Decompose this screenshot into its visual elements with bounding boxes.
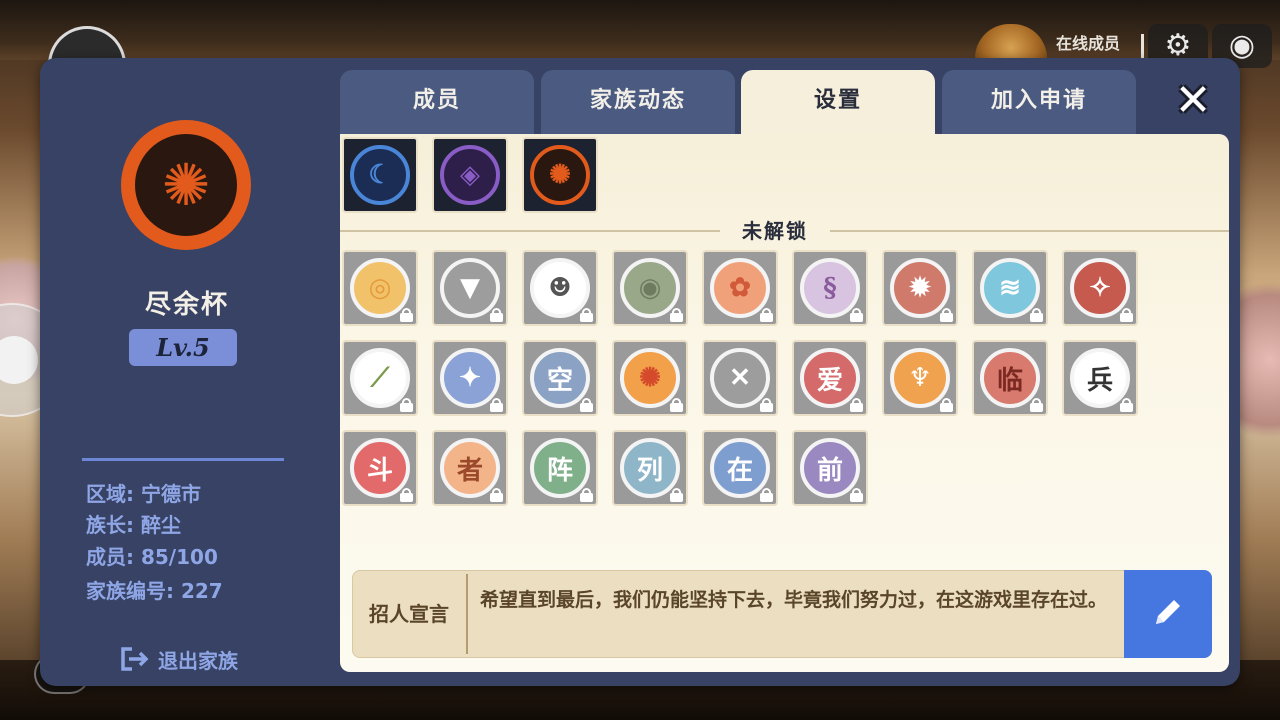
flame-emblem-icon: ✺: [530, 145, 590, 205]
lock-icon: [490, 488, 503, 502]
edit-slogan-button[interactable]: [1124, 570, 1212, 658]
emblem-tile-kanji-zhen-emblem[interactable]: 阵: [522, 430, 598, 506]
lock-icon: [760, 398, 773, 412]
tab-family-news[interactable]: 家族动态: [541, 70, 735, 136]
section-divider-right: [830, 230, 1229, 232]
emblem-tile-spiral-emblem[interactable]: ◉: [612, 250, 688, 326]
info-members-value: 85/100: [140, 545, 218, 569]
tomoe-emblem-icon: ◈: [440, 145, 500, 205]
online-members-label: 在线成员: [1056, 34, 1121, 53]
emblem-tile-flame-emblem[interactable]: ✺: [522, 137, 598, 213]
emblem-tile-kunai-emblem[interactable]: ✦: [432, 340, 508, 416]
emblem-tile-kanji-zhe-emblem[interactable]: 者: [432, 430, 508, 506]
lock-icon: [670, 488, 683, 502]
lock-icon: [940, 308, 953, 322]
info-leader-label: 族长:: [86, 513, 134, 537]
emblem-tile-shield-emblem[interactable]: ▼: [432, 250, 508, 326]
emblem-tile-kanji-kong-emblem[interactable]: 空: [522, 340, 598, 416]
lock-icon: [400, 488, 413, 502]
emblem-tile-triple-tomoe-emblem[interactable]: ✧: [1062, 250, 1138, 326]
exit-icon: [120, 646, 150, 672]
lock-icon: [670, 308, 683, 322]
tab-settings[interactable]: 设置: [741, 70, 935, 136]
lock-icon: [850, 308, 863, 322]
moon-emblem-icon: ☾: [350, 145, 410, 205]
lock-icon: [580, 308, 593, 322]
emblem-tile-kanji-lie-emblem[interactable]: 列: [612, 430, 688, 506]
lock-icon: [760, 488, 773, 502]
pencil-icon: [1148, 592, 1188, 636]
emblem-tile-kanji-bing-emblem[interactable]: 兵: [1062, 340, 1138, 416]
leave-family-label: 退出家族: [158, 648, 238, 673]
info-family-id: 家族编号: 227: [86, 575, 223, 604]
flame-icon: ✺: [161, 151, 211, 219]
tab-join-requests[interactable]: 加入申请: [942, 70, 1136, 136]
info-region-value: 宁德市: [140, 482, 201, 506]
lock-icon: [850, 398, 863, 412]
emblem-tile-kanji-dou-emblem[interactable]: 斗: [342, 430, 418, 506]
info-leader-value: 醉尘: [140, 513, 181, 537]
family-name: 尽余杯: [144, 290, 229, 320]
recruit-slogan-box: [352, 570, 1212, 658]
emblem-tile-pig-emblem[interactable]: ✿: [702, 250, 778, 326]
lock-icon: [580, 488, 593, 502]
info-members-label: 成员:: [86, 545, 134, 569]
close-icon[interactable]: ✕: [1170, 78, 1216, 124]
info-family-id-value: 227: [180, 579, 223, 603]
info-leader: 族长: 醉尘: [86, 509, 181, 538]
info-region: 区域: 宁德市: [86, 478, 201, 507]
emblem-tile-kanji-qian-emblem[interactable]: 前: [792, 430, 868, 506]
emblem-tile-swirl-purple-emblem[interactable]: §: [792, 250, 868, 326]
recruit-slogan-text: 希望直到最后，我们仍能坚持下去，毕竟我们努力过，在这游戏里存在过。: [480, 589, 1108, 611]
family-level-badge: Lv.5: [129, 329, 237, 366]
slogan-divider: [466, 574, 468, 654]
recruit-slogan-label: 招人宣言: [369, 602, 449, 626]
lock-icon: [1120, 398, 1133, 412]
emblem-tile-fire-orb-emblem[interactable]: ✺: [612, 340, 688, 416]
lock-icon: [400, 308, 413, 322]
sidebar-divider: [82, 458, 284, 461]
lock-icon: [1120, 308, 1133, 322]
section-divider-left: [340, 230, 720, 232]
info-region-label: 区域:: [86, 482, 134, 506]
lock-icon: [670, 398, 683, 412]
locked-section-header: 未解锁: [340, 216, 1229, 246]
lock-icon: [850, 488, 863, 502]
emblem-tile-phoenix-emblem[interactable]: ♆: [882, 340, 958, 416]
lock-icon: [760, 308, 773, 322]
emblem-tile-kanji-zai-emblem[interactable]: 在: [702, 430, 778, 506]
emblem-tile-sun-swirl-emblem[interactable]: ◎: [342, 250, 418, 326]
tab-members[interactable]: 成员: [340, 70, 534, 136]
lock-icon: [490, 398, 503, 412]
emblem-tile-fox-mask-emblem[interactable]: ✹: [882, 250, 958, 326]
lock-icon: [490, 308, 503, 322]
info-members: 成员: 85/100: [86, 541, 218, 570]
emblem-tile-swords-emblem[interactable]: ✕: [702, 340, 778, 416]
emblem-tile-wave-emblem[interactable]: ≋: [972, 250, 1048, 326]
lock-icon: [940, 398, 953, 412]
emblem-tile-moon-emblem[interactable]: ☾: [342, 137, 418, 213]
emblem-tile-ghost-emblem[interactable]: ☻: [522, 250, 598, 326]
leave-family-button[interactable]: 退出家族: [120, 644, 238, 674]
lock-icon: [400, 398, 413, 412]
emblem-tile-bamboo-emblem[interactable]: ⟋: [342, 340, 418, 416]
emblem-tile-tomoe-emblem[interactable]: ◈: [432, 137, 508, 213]
locked-section-label: 未解锁: [742, 219, 808, 243]
lock-icon: [580, 398, 593, 412]
emblem-tile-kanji-lin-emblem[interactable]: 临: [972, 340, 1048, 416]
lock-icon: [1030, 398, 1043, 412]
lock-icon: [1030, 308, 1043, 322]
info-family-id-label: 家族编号:: [86, 579, 174, 603]
emblem-tile-kanji-ai-emblem[interactable]: 爱: [792, 340, 868, 416]
